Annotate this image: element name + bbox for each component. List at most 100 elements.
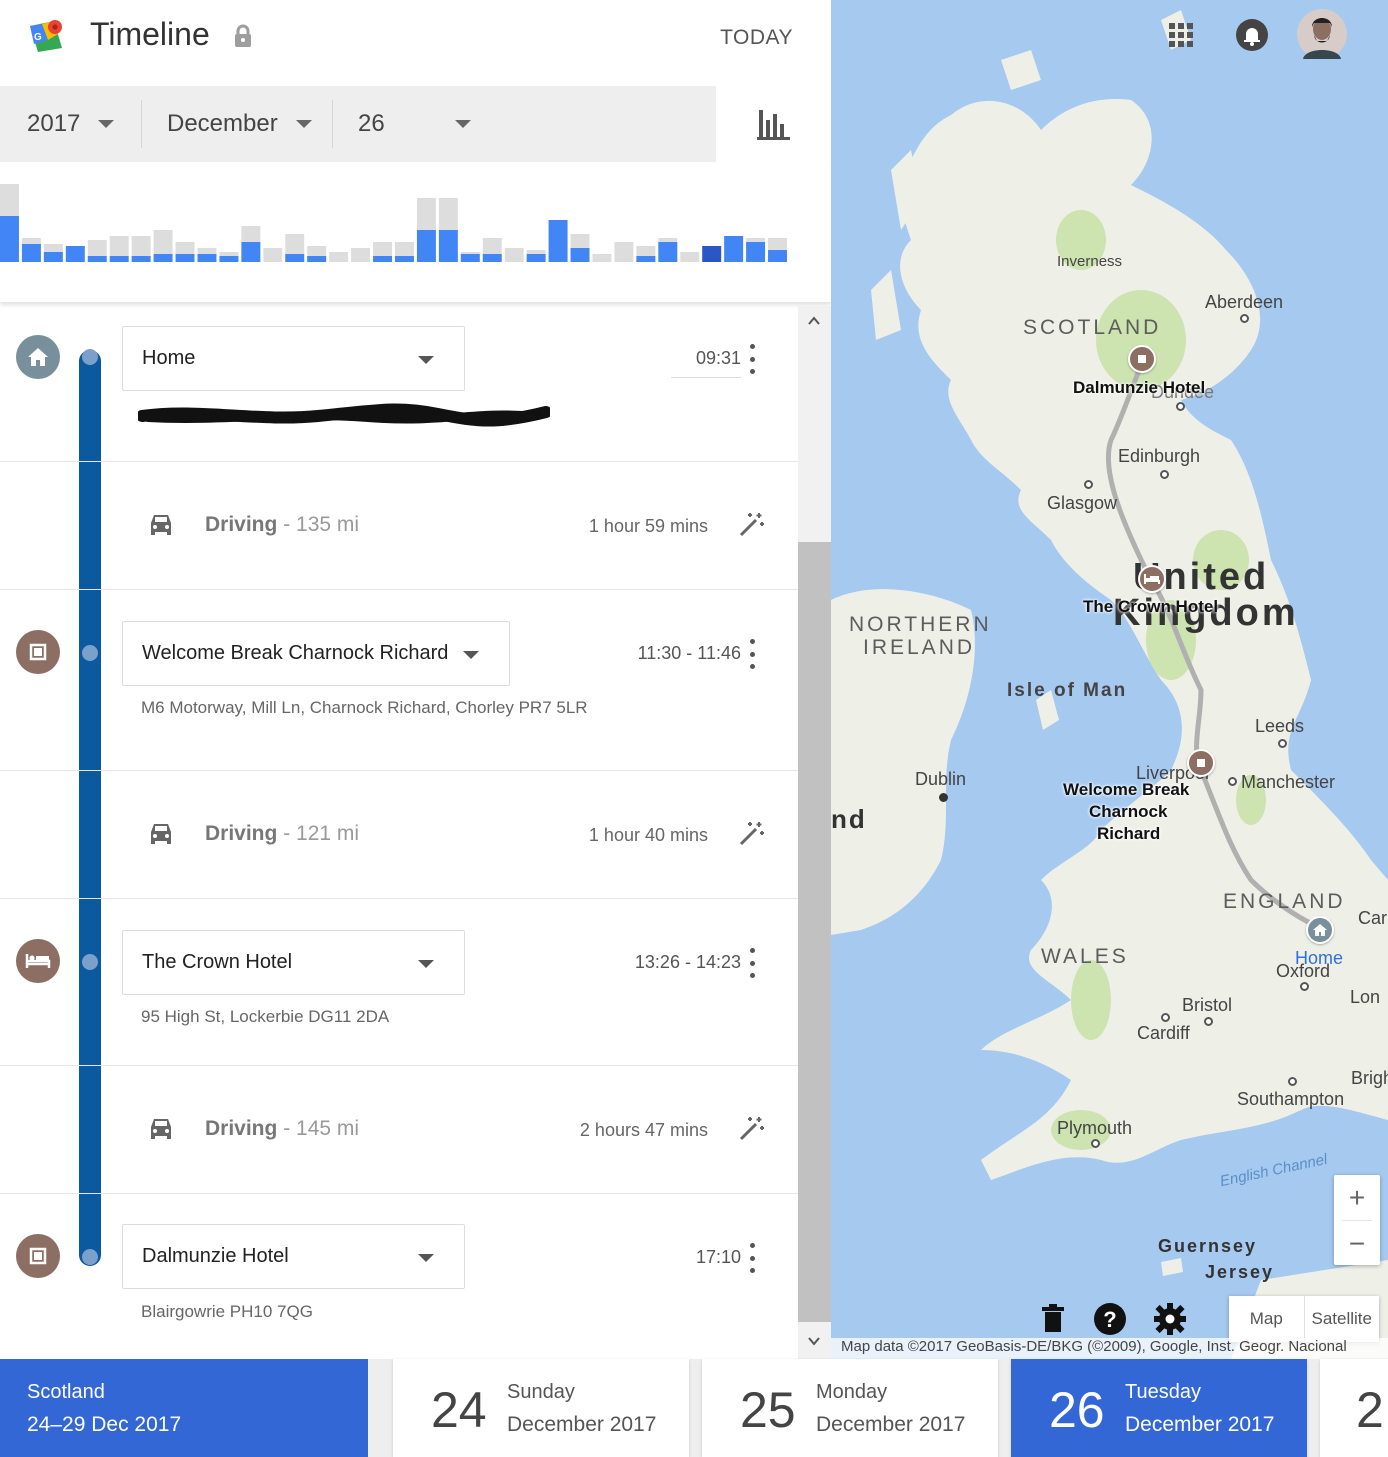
histogram-bar-active[interactable] — [438, 230, 458, 262]
histogram-bar-active[interactable] — [219, 256, 239, 262]
histogram-bar-active[interactable] — [87, 256, 107, 262]
map-type-satellite-button[interactable]: Satellite — [1305, 1296, 1380, 1342]
histogram-bar-active[interactable] — [482, 254, 502, 262]
day-month: December 2017 — [816, 1413, 966, 1436]
scrollbar-thumb[interactable] — [798, 542, 831, 1322]
today-button[interactable]: TODAY — [720, 26, 793, 50]
help-icon[interactable]: ? — [1093, 1302, 1127, 1336]
map-label-lon: Lon — [1350, 987, 1381, 1007]
histogram-bar-active[interactable] — [570, 248, 590, 262]
histogram-bar-active[interactable] — [768, 250, 787, 262]
scrollbar[interactable] — [798, 306, 831, 1359]
drive-mode: Driving — [205, 513, 278, 536]
histogram-bar-active[interactable] — [658, 242, 678, 262]
place-time: 17:10 — [695, 1247, 741, 1267]
histogram-bar-active[interactable] — [197, 254, 217, 262]
month-dropdown[interactable]: December — [167, 86, 312, 162]
day-of-week: Tuesday — [1125, 1381, 1201, 1403]
map-label-aberdeen: Aberdeen — [1205, 292, 1284, 312]
day-value: 26 — [358, 110, 385, 137]
magic-wand-icon[interactable] — [738, 819, 766, 847]
notifications-icon[interactable] — [1235, 18, 1269, 52]
histogram-bar-active[interactable] — [109, 256, 129, 262]
histogram-bar-active[interactable] — [0, 216, 19, 262]
histogram-bar-active[interactable] — [724, 236, 744, 262]
histogram-bar-active[interactable] — [65, 246, 85, 262]
map-pin-welcome-break[interactable] — [1187, 749, 1215, 777]
histogram-bar-active[interactable] — [285, 254, 305, 262]
place-selector-dalmunzie[interactable]: Dalmunzie Hotel — [122, 1224, 465, 1289]
histogram-bar-total[interactable] — [592, 254, 612, 262]
trash-icon[interactable] — [1036, 1302, 1070, 1336]
histogram-bar-active[interactable] — [373, 256, 392, 262]
histogram-bar-active[interactable] — [395, 256, 414, 262]
day-card-25[interactable]: 25 Monday December 2017 — [702, 1359, 998, 1457]
histogram-bar-active[interactable] — [307, 256, 327, 262]
more-vert-icon[interactable] — [745, 639, 759, 669]
car-icon — [151, 824, 171, 844]
day-dropdown[interactable]: 26 — [358, 86, 471, 162]
trip-card-scotland[interactable]: Scotland 24–29 Dec 2017 — [0, 1359, 368, 1457]
chevron-down-icon — [463, 651, 479, 659]
zoom-in-button[interactable]: + — [1334, 1175, 1380, 1220]
histogram-bar-active[interactable] — [21, 244, 41, 262]
zoom-control: + − — [1334, 1175, 1380, 1265]
map-label-edinburgh: Edinburgh — [1118, 446, 1201, 466]
histogram-bar-total[interactable] — [614, 242, 634, 262]
gear-icon[interactable] — [1153, 1302, 1187, 1336]
map-pin-dalmunzie[interactable] — [1128, 345, 1156, 373]
histogram-bar-active[interactable] — [548, 220, 568, 262]
histogram-bar-total[interactable] — [680, 252, 700, 262]
map-type-map-button[interactable]: Map — [1229, 1296, 1305, 1342]
map-label-inverness: Inverness — [1057, 253, 1123, 270]
year-dropdown[interactable]: 2017 — [27, 86, 115, 162]
histogram-bar-total[interactable] — [351, 248, 371, 262]
histogram-chart[interactable] — [0, 170, 800, 290]
histogram-bar-active[interactable] — [416, 230, 436, 262]
place-selector-welcome-break[interactable]: Welcome Break Charnock Richard — [122, 621, 510, 686]
histogram-bar-active[interactable] — [636, 256, 656, 262]
chevron-down-icon — [98, 120, 115, 128]
histogram-bar-active[interactable] — [43, 252, 63, 262]
bar-chart-icon[interactable] — [740, 100, 806, 150]
histogram-bar-total[interactable] — [263, 248, 283, 262]
place-selector-home[interactable]: Home — [122, 326, 465, 391]
map-pin-crown-hotel[interactable] — [1138, 565, 1166, 593]
histogram-bar-active[interactable] — [702, 246, 722, 262]
histogram-bar-total[interactable] — [504, 248, 524, 262]
zoom-out-button[interactable]: − — [1334, 1221, 1380, 1266]
map-label-jersey: Jersey — [1205, 1262, 1275, 1282]
scroll-up-icon[interactable] — [807, 314, 821, 328]
day-card-next[interactable]: 2 — [1320, 1359, 1388, 1457]
map-pin-home[interactable] — [1306, 916, 1334, 944]
map-label-cardiff: Cardiff — [1137, 1023, 1190, 1043]
car-icon — [151, 1119, 171, 1139]
divider — [0, 770, 798, 771]
histogram-bar-active[interactable] — [746, 242, 766, 262]
magic-wand-icon[interactable] — [738, 1114, 766, 1142]
histogram-bar-active[interactable] — [131, 256, 151, 262]
scroll-down-icon[interactable] — [807, 1334, 821, 1348]
day-card-24[interactable]: 24 Sunday December 2017 — [393, 1359, 689, 1457]
map-label-northern: NORTHERN — [849, 613, 992, 636]
map-label-plymouth: Plymouth — [1057, 1118, 1133, 1138]
histogram-bar-active[interactable] — [460, 254, 480, 262]
histogram-bar-active[interactable] — [175, 254, 195, 262]
histogram-bar-active[interactable] — [153, 254, 173, 262]
place-selector-crown-hotel[interactable]: The Crown Hotel — [122, 930, 465, 995]
day-card-26[interactable]: 26 Tuesday December 2017 — [1011, 1359, 1307, 1457]
histogram-bar-active[interactable] — [241, 242, 261, 262]
apps-grid-icon[interactable] — [1167, 21, 1195, 49]
avatar[interactable] — [1297, 9, 1347, 59]
histogram-bar-active[interactable] — [526, 254, 546, 262]
place-address: M6 Motorway, Mill Ln, Charnock Richard, … — [141, 698, 588, 717]
magic-wand-icon[interactable] — [738, 510, 766, 538]
place-name: Home — [142, 347, 196, 369]
more-vert-icon[interactable] — [745, 344, 759, 374]
svg-text:?: ? — [1103, 1307, 1116, 1332]
map-view[interactable]: Inverness Aberdeen SCOTLAND Dundee Dalmu… — [831, 0, 1388, 1359]
history-histogram — [0, 162, 831, 302]
more-vert-icon[interactable] — [745, 948, 759, 978]
more-vert-icon[interactable] — [745, 1243, 759, 1273]
histogram-bar-total[interactable] — [329, 252, 349, 262]
